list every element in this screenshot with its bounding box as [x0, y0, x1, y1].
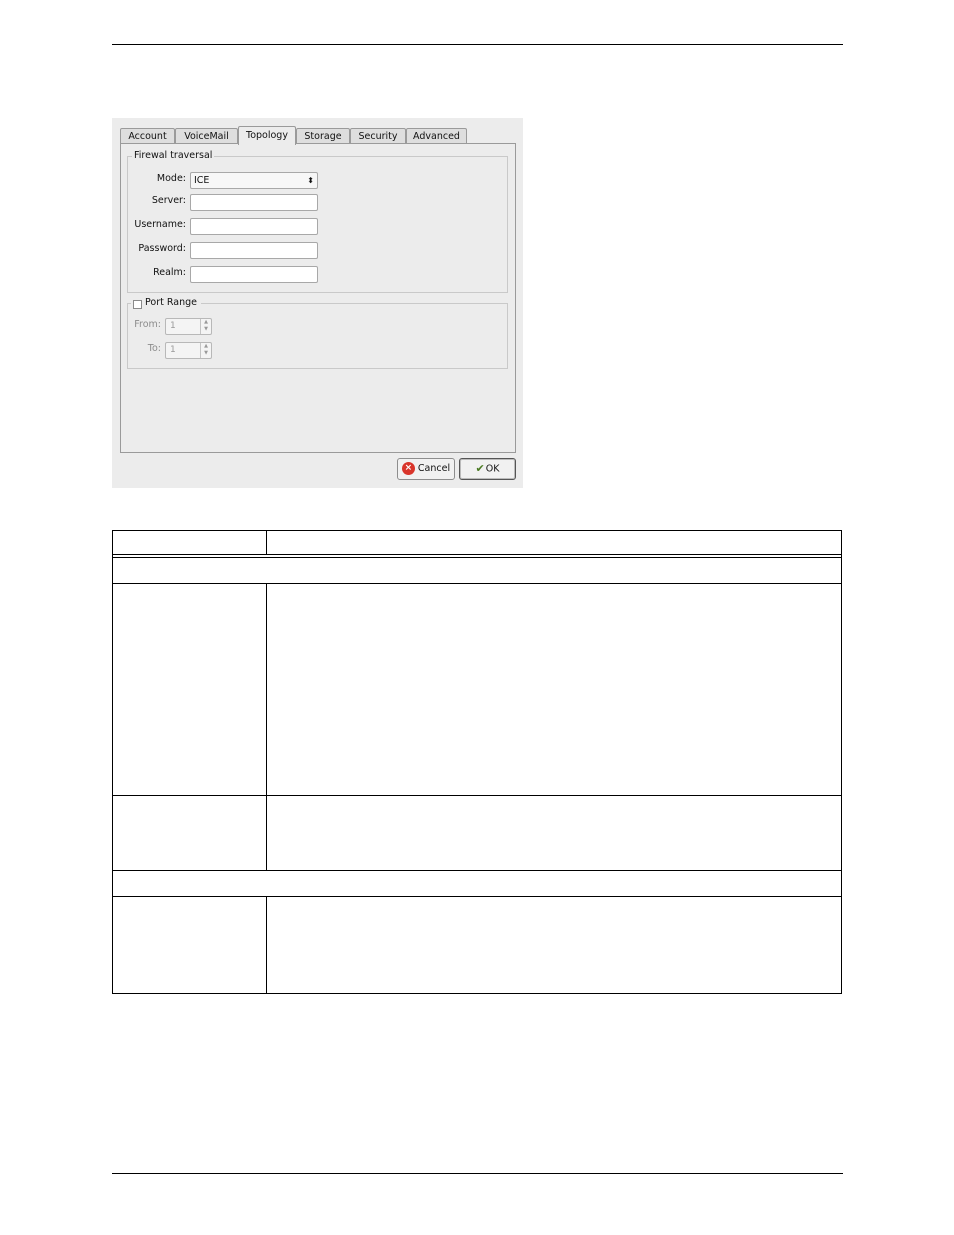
mode-label: Mode: — [156, 173, 186, 184]
to-value: 1 — [170, 345, 176, 355]
realm-label: Realm: — [153, 267, 186, 278]
tab-topology[interactable]: Topology — [238, 126, 296, 145]
description-table — [112, 530, 842, 994]
password-field[interactable] — [190, 242, 318, 259]
spin-buttons[interactable]: ▲ ▼ — [200, 343, 211, 358]
tab-account[interactable]: Account — [120, 128, 175, 144]
tab-voicemail[interactable]: VoiceMail — [175, 128, 238, 144]
down-arrow-icon[interactable]: ▼ — [204, 350, 208, 356]
up-arrow-icon[interactable]: ▲ — [204, 343, 208, 349]
firewall-traversal-title: Firewal traversal — [132, 150, 215, 161]
port-range-title: Port Range — [145, 297, 197, 308]
cancel-icon: × — [401, 462, 415, 475]
table-column-divider — [266, 531, 267, 555]
table-header-divider — [113, 554, 841, 555]
from-label: From: — [134, 319, 161, 330]
to-spinner[interactable]: 1 ▲ ▼ — [165, 342, 212, 359]
port-range-checkbox[interactable] — [133, 300, 142, 309]
table-row-divider — [113, 583, 841, 584]
to-label: To: — [147, 343, 161, 354]
server-field[interactable] — [190, 194, 318, 211]
mode-select[interactable]: ICE ⬍ — [190, 172, 318, 189]
tab-security[interactable]: Security — [350, 128, 406, 144]
server-label: Server: — [151, 195, 186, 206]
table-header-divider-2 — [113, 557, 841, 558]
table-column-divider — [266, 896, 267, 994]
cancel-button[interactable]: × Cancel — [397, 458, 455, 480]
username-label: Username: — [134, 219, 186, 230]
table-row-divider — [113, 870, 841, 871]
down-arrow-icon[interactable]: ▼ — [204, 326, 208, 332]
ok-button[interactable]: ✔OK — [459, 458, 516, 480]
ok-icon: ✔ — [475, 462, 485, 475]
password-label: Password: — [138, 243, 186, 254]
table-column-divider — [266, 583, 267, 871]
table-row-divider — [113, 795, 841, 796]
realm-field[interactable] — [190, 266, 318, 283]
port-range-frame — [127, 303, 508, 369]
account-settings-dialog: Account VoiceMail Topology Storage Secur… — [112, 118, 523, 488]
up-arrow-icon[interactable]: ▲ — [204, 319, 208, 325]
username-field[interactable] — [190, 218, 318, 235]
cancel-label: Cancel — [417, 463, 451, 474]
port-range-header: Port Range — [131, 297, 201, 311]
topology-panel: Firewal traversal Mode: ICE ⬍ Server: Us… — [120, 143, 516, 453]
updown-arrows-icon: ⬍ — [307, 176, 314, 185]
footer-rule — [112, 1173, 843, 1174]
from-value: 1 — [170, 321, 176, 331]
ok-label: OK — [485, 463, 500, 475]
mode-value: ICE — [194, 175, 210, 186]
spin-buttons[interactable]: ▲ ▼ — [200, 319, 211, 334]
tab-storage[interactable]: Storage — [296, 128, 350, 144]
table-row-divider — [113, 896, 841, 897]
tab-advanced[interactable]: Advanced — [406, 128, 467, 144]
header-rule — [112, 44, 843, 45]
from-spinner[interactable]: 1 ▲ ▼ — [165, 318, 212, 335]
